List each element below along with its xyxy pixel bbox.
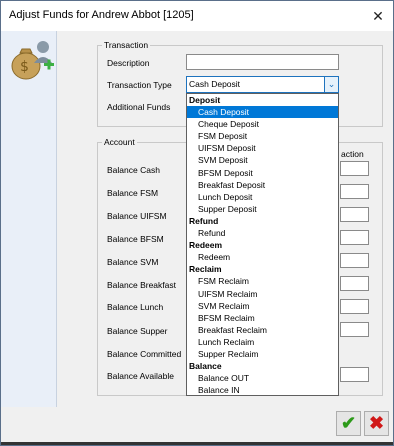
dropdown-group-header: Deposit xyxy=(189,95,221,105)
balance-label: Balance Breakfast xyxy=(107,280,176,290)
transaction-group-label: Transaction xyxy=(102,40,151,50)
dropdown-group-header: Balance xyxy=(189,361,222,372)
dropdown-option[interactable]: FSM Deposit xyxy=(187,130,338,142)
balance-label: Balance Cash xyxy=(107,165,160,175)
checkmark-icon: ✔ xyxy=(340,413,357,433)
balance-field[interactable] xyxy=(340,322,369,337)
account-group-label: Account xyxy=(102,137,137,147)
status-strip xyxy=(1,442,393,445)
dropdown-option[interactable]: Lunch Deposit xyxy=(187,191,338,203)
window-title: Adjust Funds for Andrew Abbot [1205] xyxy=(9,9,194,21)
account-column-header: action xyxy=(341,149,364,159)
title-bar[interactable]: Adjust Funds for Andrew Abbot [1205] ✕ xyxy=(1,1,393,31)
left-panel: $ xyxy=(1,31,57,411)
balance-label: Balance UIFSM xyxy=(107,211,167,221)
balance-field[interactable] xyxy=(340,276,369,291)
dropdown-option[interactable]: Supper Reclaim xyxy=(187,348,338,360)
cancel-button[interactable]: ✖ xyxy=(364,411,389,436)
balance-field[interactable] xyxy=(340,184,369,199)
dropdown-option[interactable]: SVM Reclaim xyxy=(187,300,338,312)
balance-label: Balance Committed xyxy=(107,349,182,359)
cross-icon: ✖ xyxy=(368,413,385,433)
balance-label: Balance SVM xyxy=(107,257,159,267)
balance-label: Balance Lunch xyxy=(107,302,164,312)
transaction-type-select[interactable]: Cash Deposit ⌄ xyxy=(186,76,339,93)
ok-button[interactable]: ✔ xyxy=(336,411,361,436)
dropdown-group-header: Refund xyxy=(189,215,219,226)
dropdown-group-header: Redeem xyxy=(189,240,223,251)
additional-funds-label: Additional Funds xyxy=(107,102,171,112)
dropdown-option[interactable]: BFSM Deposit xyxy=(187,167,338,179)
dropdown-option[interactable]: Redeem xyxy=(187,251,338,263)
balance-field[interactable] xyxy=(340,207,369,222)
balance-field[interactable] xyxy=(340,253,369,268)
transaction-type-label: Transaction Type xyxy=(107,80,172,90)
dropdown-option[interactable]: Breakfast Deposit xyxy=(187,179,338,191)
balance-label: Balance Available xyxy=(107,371,174,381)
dropdown-option[interactable]: UIFSM Deposit xyxy=(187,142,338,154)
adjust-funds-dialog: Adjust Funds for Andrew Abbot [1205] ✕ $… xyxy=(0,0,394,446)
dropdown-option[interactable]: Refund xyxy=(187,227,338,239)
money-bag-user-add-icon: $ xyxy=(11,41,54,80)
dropdown-option[interactable]: Breakfast Reclaim xyxy=(187,324,338,336)
transaction-type-value: Cash Deposit xyxy=(189,79,241,89)
balance-label: Balance FSM xyxy=(107,188,159,198)
dropdown-option-selected[interactable]: Cash Deposit xyxy=(187,106,338,119)
balance-field[interactable] xyxy=(340,161,369,176)
dropdown-option[interactable]: SVM Deposit xyxy=(187,154,338,166)
balance-field[interactable] xyxy=(340,230,369,245)
description-input[interactable] xyxy=(186,54,339,70)
dropdown-group-header: Reclaim xyxy=(189,264,222,275)
description-label: Description xyxy=(107,58,150,68)
svg-text:$: $ xyxy=(20,59,29,75)
dropdown-option[interactable]: Cheque Deposit xyxy=(187,118,338,130)
dropdown-option[interactable]: Balance IN xyxy=(187,384,338,395)
dropdown-option[interactable]: Lunch Reclaim xyxy=(187,336,338,348)
balance-field[interactable] xyxy=(340,299,369,314)
dropdown-option[interactable]: Balance OUT xyxy=(187,372,338,384)
chevron-down-icon[interactable]: ⌄ xyxy=(324,77,338,92)
dropdown-option[interactable]: Supper Deposit xyxy=(187,203,338,215)
button-bar: ✔ ✖ xyxy=(1,407,393,443)
dropdown-option[interactable]: BFSM Reclaim xyxy=(187,312,338,324)
dropdown-option[interactable]: FSM Reclaim xyxy=(187,275,338,287)
transaction-type-dropdown: Deposit Cash Deposit Cheque Deposit FSM … xyxy=(186,93,339,396)
balance-label: Balance Supper xyxy=(107,326,168,336)
dropdown-option[interactable]: UIFSM Reclaim xyxy=(187,288,338,300)
balance-field[interactable] xyxy=(340,367,369,382)
balance-label: Balance BFSM xyxy=(107,234,164,244)
close-icon[interactable]: ✕ xyxy=(363,1,393,31)
